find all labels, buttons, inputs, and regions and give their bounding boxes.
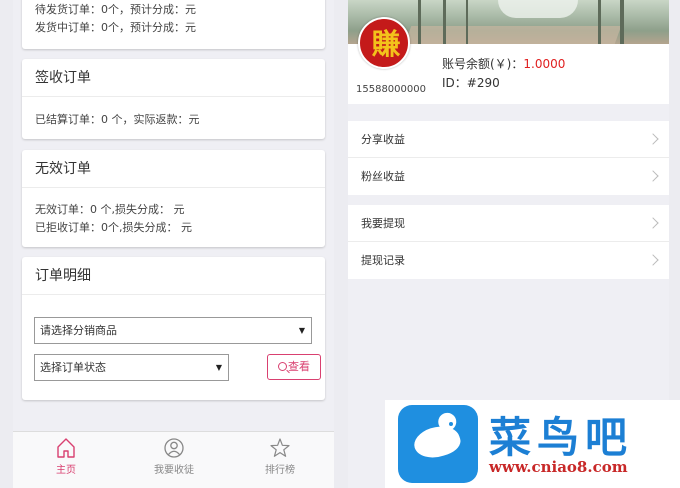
pending-orders-card: 待发货订单：0个，预计分成：元 发货中订单：0个，预计分成：元 <box>22 0 325 49</box>
banner-tree <box>620 0 624 44</box>
watermark-logo: 菜鸟吧 www.cniao8.com <box>385 400 680 488</box>
user-phone: 15588000000 <box>356 84 426 95</box>
menu-item-share-earnings[interactable]: 分享收益 <box>348 121 669 158</box>
star-icon <box>270 438 290 457</box>
search-icon <box>278 362 287 371</box>
balance-label: 账号余额(￥)： <box>442 57 524 71</box>
order-status-value: 选择订单状态 <box>40 361 106 374</box>
bird-eye <box>449 422 453 426</box>
chevron-right-icon <box>647 254 659 266</box>
view-button-label: 查看 <box>288 360 310 373</box>
banner-tree <box>443 0 446 44</box>
avatar-glyph-icon: 賺 <box>371 27 401 61</box>
user-id: ID：#290 <box>442 76 500 90</box>
banner-road <box>404 26 622 44</box>
signed-orders-card: 签收订单 已结算订单：0 个，实际返款：元 <box>22 59 325 139</box>
tab-home-label: 主页 <box>56 465 76 476</box>
order-status-select[interactable]: 选择订单状态 ▼ <box>34 354 229 381</box>
banner-tree <box>418 0 421 44</box>
earnings-menu: 分享收益 粉丝收益 <box>348 121 669 195</box>
avatar[interactable]: 賺 <box>358 17 410 69</box>
view-button[interactable]: 查看 <box>267 354 321 380</box>
menu-item-label: 提现记录 <box>361 254 405 267</box>
invalid-orders-text: 无效订单：0 个,损失分成： 元 <box>35 203 185 216</box>
withdraw-menu: 我要提现 提现记录 <box>348 205 669 279</box>
order-detail-card: 订单明细 请选择分销商品 ▼ 选择订单状态 ▼ 查看 <box>22 257 325 400</box>
banner-tree <box>466 0 468 44</box>
tab-ranking[interactable]: 排行榜 <box>240 432 320 488</box>
invalid-orders-title: 无效订单 <box>22 150 325 188</box>
balance-value: 1.0000 <box>523 57 566 71</box>
watermark-brand: 菜鸟吧 <box>489 413 634 462</box>
chevron-right-icon <box>647 170 659 182</box>
bottom-tab-bar: 主页 我要收徒 排行榜 <box>13 431 334 488</box>
shipping-text: 发货中订单：0个，预计分成：元 <box>35 21 196 34</box>
menu-item-label: 我要提现 <box>361 217 405 230</box>
rejected-orders-text: 已拒收订单：0个,损失分成： 元 <box>35 221 192 234</box>
banner-sky <box>498 0 578 18</box>
home-icon <box>57 438 75 458</box>
watermark-url: www.cniao8.com <box>489 458 628 476</box>
user-circle-icon <box>164 438 184 458</box>
chevron-right-icon <box>647 217 659 229</box>
menu-item-label: 分享收益 <box>361 133 405 146</box>
left-phone-screen: 待发货订单：0个，预计分成：元 发货中订单：0个，预计分成：元 签收订单 已结算… <box>13 0 334 488</box>
tab-ranking-label: 排行榜 <box>265 465 295 476</box>
bird-logo-icon <box>398 405 478 483</box>
chevron-right-icon <box>647 133 659 145</box>
dropdown-arrow-icon: ▼ <box>298 326 305 335</box>
product-select[interactable]: 请选择分销商品 ▼ <box>34 317 312 344</box>
menu-item-label: 粉丝收益 <box>361 170 405 183</box>
menu-item-withdraw[interactable]: 我要提现 <box>348 205 669 242</box>
menu-item-fan-earnings[interactable]: 粉丝收益 <box>348 158 669 195</box>
invalid-orders-card: 无效订单 无效订单：0 个,损失分成： 元 已拒收订单：0个,损失分成： 元 <box>22 150 325 247</box>
order-detail-title: 订单明细 <box>22 257 325 295</box>
tab-recruit[interactable]: 我要收徒 <box>134 432 214 488</box>
menu-item-withdraw-history[interactable]: 提现记录 <box>348 242 669 279</box>
product-select-value: 请选择分销商品 <box>40 324 117 337</box>
settled-orders-text: 已结算订单：0 个，实际返款：元 <box>35 113 200 126</box>
account-balance: 账号余额(￥)：1.0000 <box>442 55 565 72</box>
banner-tree <box>598 0 601 44</box>
tab-home[interactable]: 主页 <box>26 432 106 488</box>
signed-orders-title: 签收订单 <box>22 59 325 97</box>
tab-recruit-label: 我要收徒 <box>154 465 194 476</box>
dropdown-arrow-icon: ▼ <box>215 363 222 372</box>
pending-ship-text: 待发货订单：0个，预计分成：元 <box>35 3 196 16</box>
bird-shape <box>410 420 464 464</box>
